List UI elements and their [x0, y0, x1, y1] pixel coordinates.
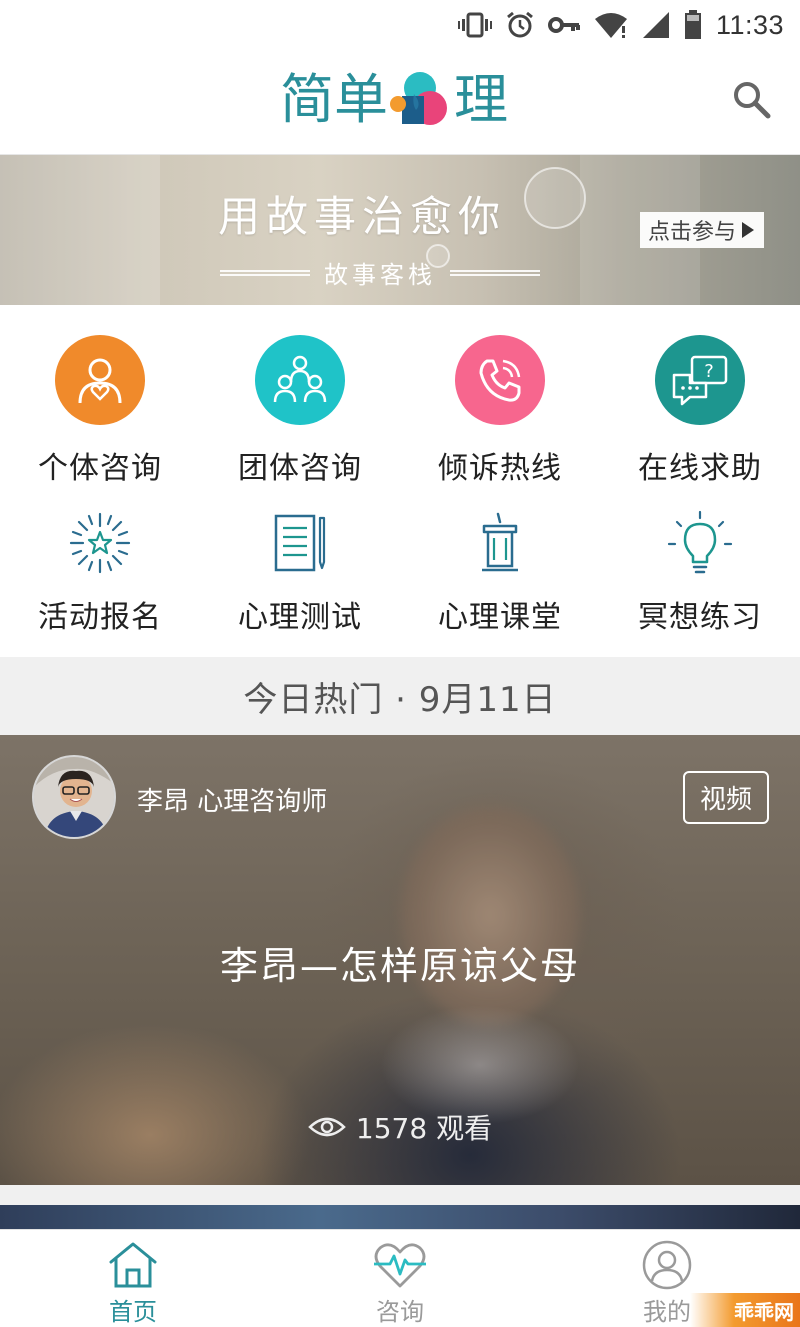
video-tag-label: 视频	[699, 785, 752, 815]
group-icon	[255, 335, 345, 425]
avatar[interactable]	[32, 755, 116, 839]
chat-question-icon: ?	[655, 335, 745, 425]
signal-icon	[642, 12, 669, 38]
heart-pulse-icon	[374, 1243, 426, 1288]
divider	[220, 269, 310, 276]
user-icon	[642, 1240, 692, 1290]
logo-mark-icon	[390, 70, 452, 130]
person-heart-icon	[55, 335, 145, 425]
status-icons: 11:33	[457, 8, 784, 42]
service-label: 心理测试	[238, 600, 362, 635]
tab-label: 咨询	[376, 1298, 424, 1326]
alarm-icon	[507, 11, 533, 38]
watermark-logo: 乖乖网	[690, 1293, 800, 1327]
search-icon	[734, 82, 771, 119]
banner-subtitle: 故事客栈	[220, 255, 540, 290]
hot-today-title: 今日热门 · 9月11日	[243, 679, 557, 720]
service-label: 在线求助	[638, 451, 762, 486]
service-label: 个体咨询	[38, 451, 162, 486]
banner-background	[0, 155, 160, 305]
logo-char: 单	[334, 68, 388, 131]
document-pen-icon	[265, 508, 335, 578]
tab-consult[interactable]: 咨询	[333, 1230, 467, 1327]
service-classroom[interactable]: 心理课堂	[400, 508, 600, 636]
view-count-text: 1578 观看	[355, 1112, 493, 1145]
app-logo: 简 单 理	[280, 70, 508, 130]
services-grid: 个体咨询 团体咨询 倾诉热线 ? 在线求助 活动报名 心理测试 心理课堂 冥想练…	[0, 305, 800, 657]
vibrate-icon	[457, 12, 492, 38]
hot-today-header: 今日热门 · 9月11日	[0, 657, 800, 735]
eye-icon	[308, 1117, 346, 1137]
tab-home[interactable]: 首页	[66, 1230, 200, 1327]
fireworks-icon	[65, 508, 135, 578]
view-count: 1578 观看	[0, 1107, 800, 1147]
video-tag: 视频	[683, 771, 769, 824]
video-thumbnail	[400, 805, 580, 1025]
logo-char: 简	[280, 68, 334, 131]
bubble-icon	[524, 167, 586, 229]
search-button[interactable]	[732, 80, 772, 120]
author-name[interactable]: 李昂 心理咨询师	[137, 781, 327, 818]
lightbulb-icon	[665, 508, 735, 578]
wifi-icon	[594, 13, 627, 38]
service-label: 心理课堂	[438, 600, 562, 635]
divider	[0, 1185, 800, 1205]
service-group-counseling[interactable]: 团体咨询	[200, 335, 400, 487]
service-hotline[interactable]: 倾诉热线	[400, 335, 600, 487]
service-events[interactable]: 活动报名	[0, 508, 200, 636]
bottom-tab-bar: 首页 咨询 我的 乖乖网	[0, 1229, 800, 1327]
service-label: 团体咨询	[238, 451, 362, 486]
service-label: 活动报名	[38, 600, 162, 635]
featured-video-card[interactable]: 李昂 心理咨询师 视频 李昂—怎样原谅父母 1578 观看	[0, 735, 800, 1185]
service-psych-test[interactable]: 心理测试	[200, 508, 400, 636]
banner-subtitle-text: 故事客栈	[324, 261, 436, 289]
service-online-help[interactable]: ? 在线求助	[600, 335, 800, 487]
service-individual-counseling[interactable]: 个体咨询	[0, 335, 200, 487]
status-time: 11:33	[715, 9, 784, 40]
service-meditation[interactable]: 冥想练习	[600, 508, 800, 636]
battery-icon	[684, 10, 701, 39]
video-title: 李昂—怎样原谅父母	[219, 944, 580, 988]
phone-icon	[455, 335, 545, 425]
svg-text:?: ?	[704, 361, 714, 382]
tab-label: 首页	[109, 1298, 157, 1326]
home-icon	[109, 1242, 157, 1288]
status-bar: 11:33	[0, 0, 800, 50]
divider	[450, 269, 540, 276]
banner-title: 用故事治愈你	[218, 192, 507, 241]
play-arrow-icon	[742, 222, 755, 238]
podium-icon	[465, 508, 535, 578]
participate-label: 点击参与	[648, 220, 737, 245]
story-banner[interactable]: 用故事治愈你 故事客栈 点击参与	[0, 155, 800, 305]
key-icon	[547, 17, 580, 33]
service-label: 冥想练习	[638, 600, 762, 635]
participate-button[interactable]: 点击参与	[640, 212, 765, 248]
app-header: 简 单 理	[0, 50, 800, 155]
logo-char: 理	[454, 68, 508, 131]
service-label: 倾诉热线	[438, 451, 562, 486]
